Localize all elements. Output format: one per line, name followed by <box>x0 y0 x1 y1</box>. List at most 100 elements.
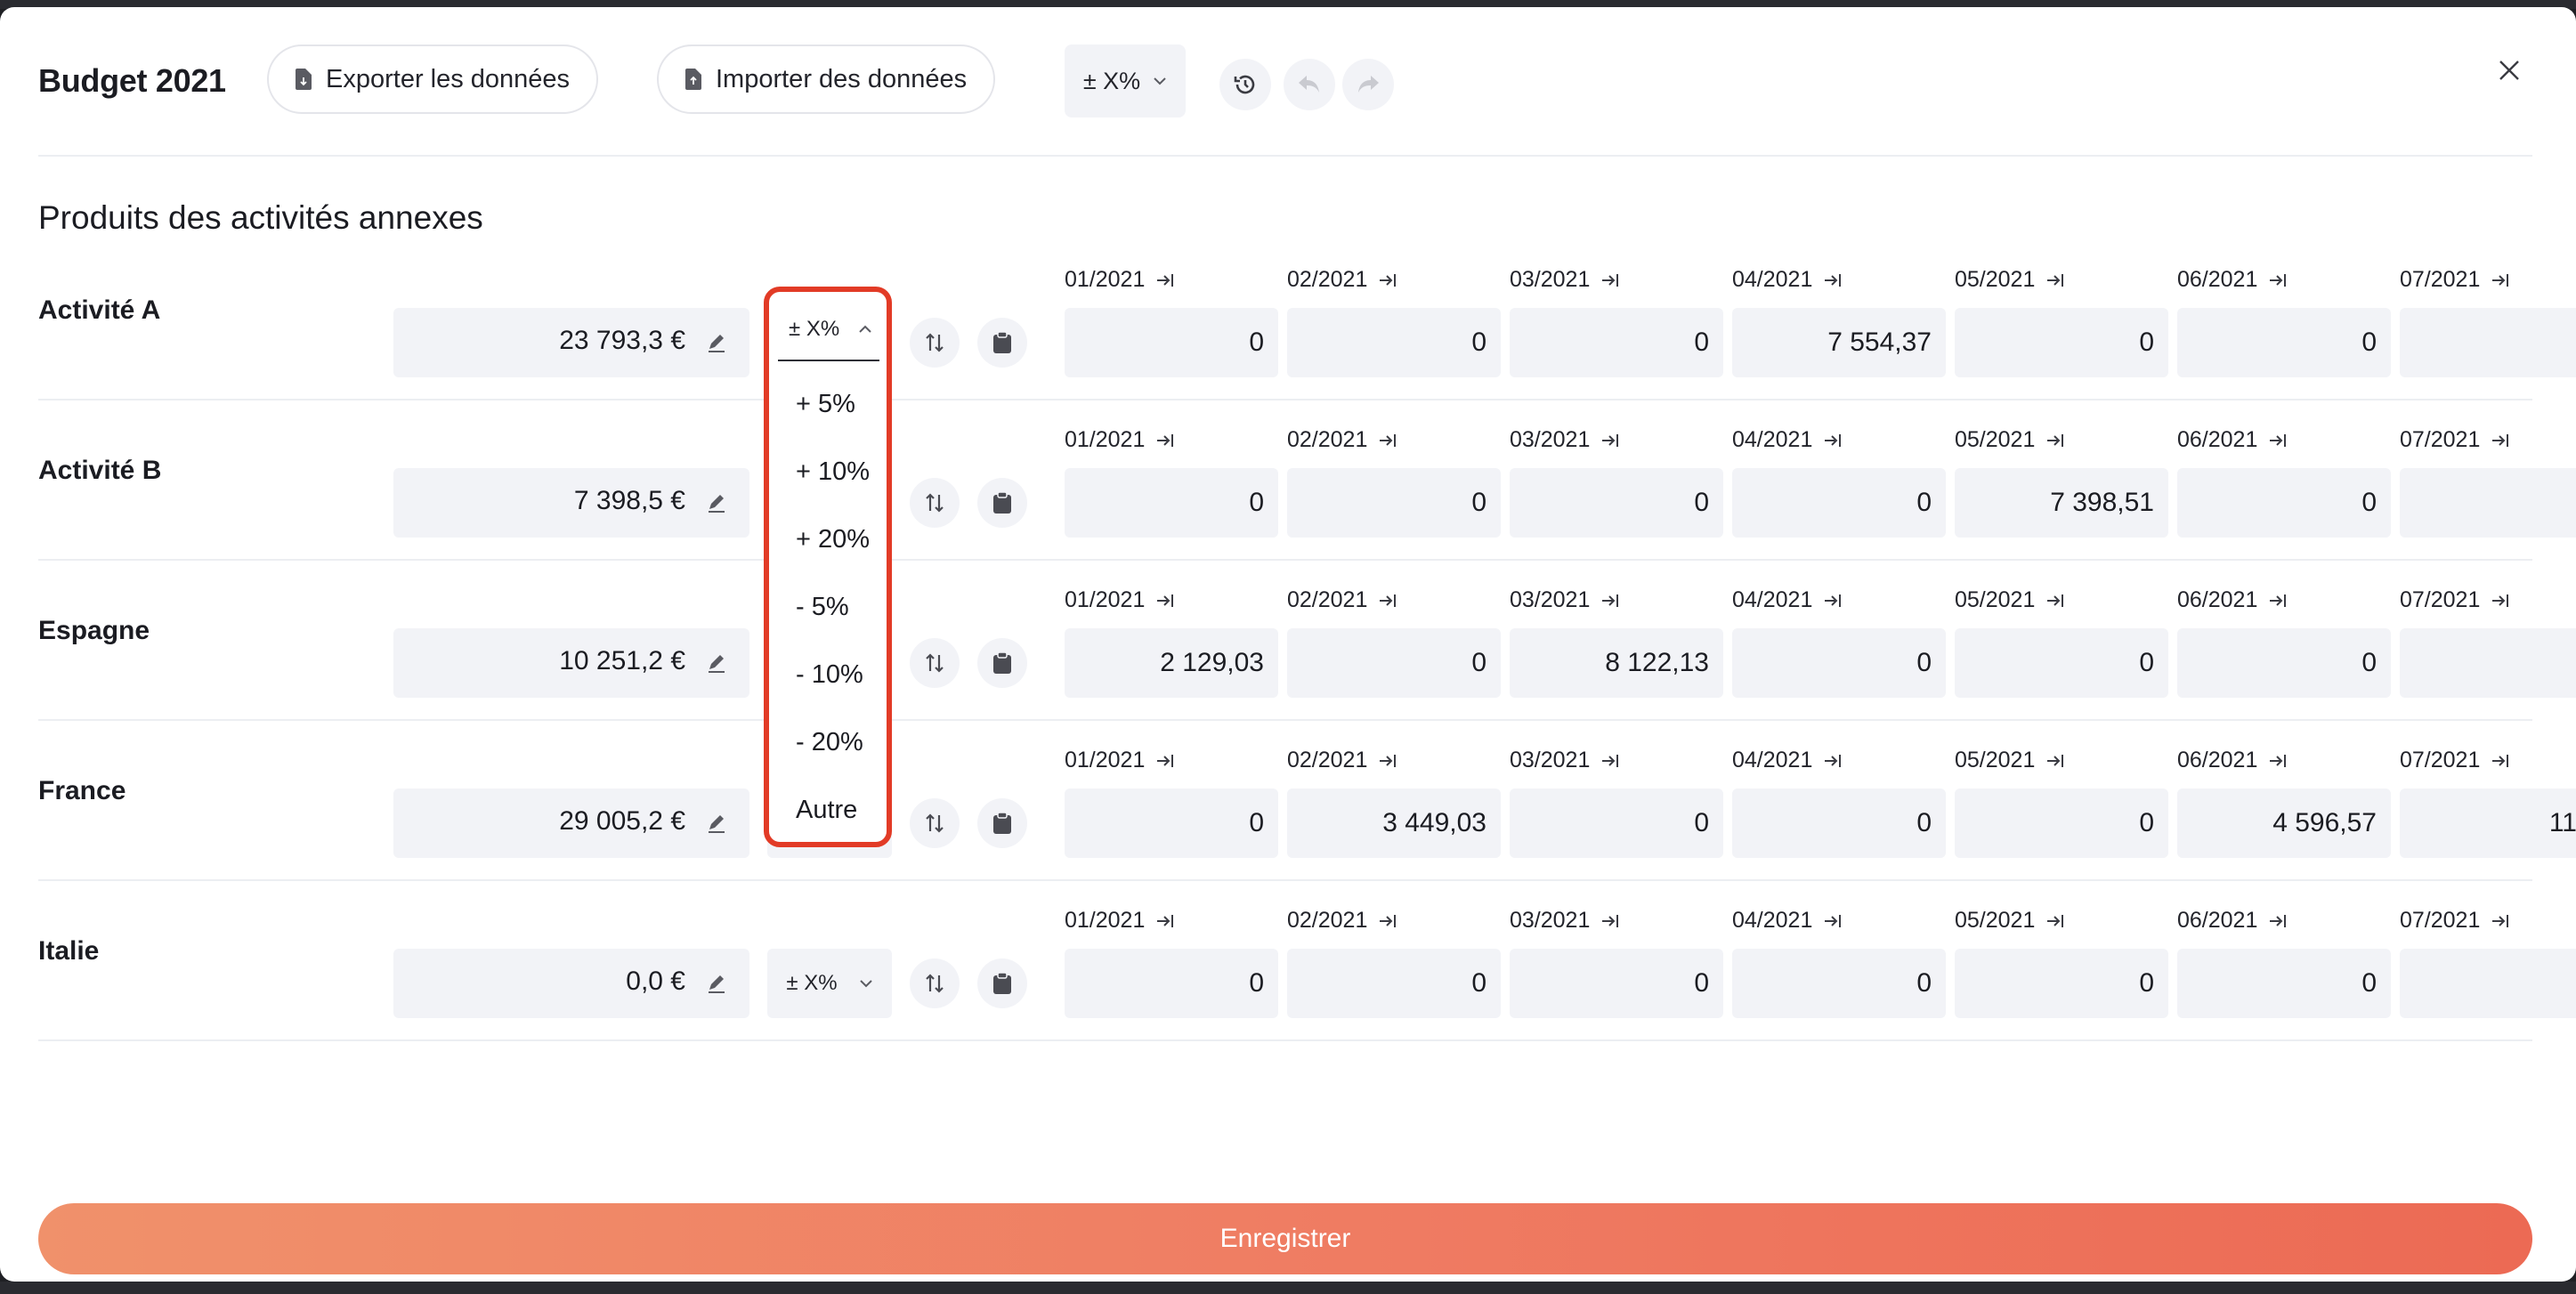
pencil-icon[interactable] <box>705 812 728 835</box>
fill-right-icon[interactable] <box>1155 271 1175 289</box>
row-total-field[interactable]: 7 398,5 € <box>393 468 749 538</box>
fill-right-icon[interactable] <box>1155 432 1175 449</box>
fill-right-icon[interactable] <box>2268 752 2288 770</box>
fill-right-icon[interactable] <box>2491 432 2510 449</box>
fill-right-icon[interactable] <box>1378 752 1397 770</box>
month-value-input[interactable]: 0 <box>1287 468 1501 538</box>
fill-right-icon[interactable] <box>1823 432 1843 449</box>
fill-right-icon[interactable] <box>2045 912 2065 930</box>
fill-right-icon[interactable] <box>1823 912 1843 930</box>
month-value-input[interactable]: 0 <box>1732 949 1946 1018</box>
month-value-input[interactable]: 0 <box>1732 628 1946 698</box>
month-value-input[interactable] <box>2400 628 2576 698</box>
month-value-input[interactable]: 0 <box>1510 789 1723 858</box>
fill-right-icon[interactable] <box>2491 271 2510 289</box>
clipboard-button[interactable] <box>977 318 1027 368</box>
fill-right-icon[interactable] <box>2268 592 2288 610</box>
clipboard-button[interactable] <box>977 798 1027 848</box>
fill-right-icon[interactable] <box>1600 592 1620 610</box>
month-value-input[interactable]: 0 <box>1065 468 1278 538</box>
pencil-icon[interactable] <box>705 331 728 354</box>
month-value-input[interactable] <box>2400 308 2576 377</box>
fill-right-icon[interactable] <box>1378 912 1397 930</box>
month-value-input[interactable] <box>2400 468 2576 538</box>
export-data-button[interactable]: Exporter les données <box>267 44 599 114</box>
fill-right-icon[interactable] <box>2491 592 2510 610</box>
percent-option[interactable]: - 5% <box>796 593 849 622</box>
clipboard-button[interactable] <box>977 958 1027 1008</box>
clipboard-button[interactable] <box>977 478 1027 528</box>
percent-dropdown-toggle[interactable]: ± X% <box>778 299 879 361</box>
sort-button[interactable] <box>910 958 960 1008</box>
fill-right-icon[interactable] <box>1600 912 1620 930</box>
month-value-input[interactable]: 0 <box>1955 789 2168 858</box>
month-value-input[interactable]: 0 <box>1955 949 2168 1018</box>
percent-option[interactable]: - 20% <box>796 728 863 757</box>
row-total-field[interactable]: 10 251,2 € <box>393 628 749 698</box>
sort-button[interactable] <box>910 638 960 688</box>
month-value-input[interactable]: 2 129,03 <box>1065 628 1278 698</box>
fill-right-icon[interactable] <box>2491 752 2510 770</box>
fill-right-icon[interactable] <box>1600 752 1620 770</box>
fill-right-icon[interactable] <box>1600 271 1620 289</box>
percent-option[interactable]: + 10% <box>796 457 870 487</box>
fill-right-icon[interactable] <box>2045 592 2065 610</box>
month-value-input[interactable]: 7 398,51 <box>1955 468 2168 538</box>
fill-right-icon[interactable] <box>2045 271 2065 289</box>
sort-button[interactable] <box>910 798 960 848</box>
month-value-input[interactable]: 3 449,03 <box>1287 789 1501 858</box>
month-value-input[interactable]: 0 <box>1287 949 1501 1018</box>
row-percent-dropdown[interactable]: ± X% <box>767 949 892 1018</box>
month-value-input[interactable]: 0 <box>1065 789 1278 858</box>
history-button[interactable] <box>1219 59 1271 110</box>
fill-right-icon[interactable] <box>1600 432 1620 449</box>
fill-right-icon[interactable] <box>1823 271 1843 289</box>
month-value-input[interactable]: 0 <box>1732 468 1946 538</box>
save-button[interactable]: Enregistrer <box>38 1203 2532 1274</box>
month-value-input[interactable]: 0 <box>1510 308 1723 377</box>
percent-option[interactable]: - 10% <box>796 660 863 690</box>
pencil-icon[interactable] <box>705 651 728 675</box>
month-value-input[interactable]: 0 <box>1955 628 2168 698</box>
fill-right-icon[interactable] <box>1155 592 1175 610</box>
month-value-input[interactable]: 0 <box>1287 628 1501 698</box>
import-data-button[interactable]: Importer des données <box>657 44 996 114</box>
fill-right-icon[interactable] <box>1378 432 1397 449</box>
fill-right-icon[interactable] <box>1823 592 1843 610</box>
percent-option[interactable]: + 5% <box>796 390 855 419</box>
row-total-field[interactable]: 23 793,3 € <box>393 308 749 377</box>
percent-option[interactable]: + 20% <box>796 525 870 554</box>
sort-button[interactable] <box>910 478 960 528</box>
undo-button[interactable] <box>1284 59 1335 110</box>
fill-right-icon[interactable] <box>2268 271 2288 289</box>
month-value-input[interactable]: 0 <box>1510 468 1723 538</box>
fill-right-icon[interactable] <box>2491 912 2510 930</box>
row-total-field[interactable]: 0,0 € <box>393 949 749 1018</box>
fill-right-icon[interactable] <box>1155 912 1175 930</box>
month-value-input[interactable]: 8 122,13 <box>1510 628 1723 698</box>
fill-right-icon[interactable] <box>2268 432 2288 449</box>
sort-button[interactable] <box>910 318 960 368</box>
month-value-input[interactable]: 4 596,57 <box>2177 789 2391 858</box>
fill-right-icon[interactable] <box>1155 752 1175 770</box>
month-value-input[interactable]: 0 <box>2177 628 2391 698</box>
fill-right-icon[interactable] <box>2268 912 2288 930</box>
month-value-input[interactable]: 0 <box>2177 468 2391 538</box>
month-value-input[interactable]: 0 <box>1065 949 1278 1018</box>
month-value-input[interactable]: 11 4 <box>2400 789 2576 858</box>
month-value-input[interactable]: 0 <box>1510 949 1723 1018</box>
pencil-icon[interactable] <box>705 491 728 514</box>
fill-right-icon[interactable] <box>2045 432 2065 449</box>
month-value-input[interactable]: 0 <box>1955 308 2168 377</box>
fill-right-icon[interactable] <box>1378 271 1397 289</box>
clipboard-button[interactable] <box>977 638 1027 688</box>
month-value-input[interactable]: 0 <box>2177 308 2391 377</box>
close-button[interactable] <box>2491 52 2528 89</box>
month-value-input[interactable]: 0 <box>2177 949 2391 1018</box>
percent-option[interactable]: Autre <box>796 796 857 825</box>
row-total-field[interactable]: 29 005,2 € <box>393 789 749 858</box>
global-percent-dropdown[interactable]: ± X% <box>1065 44 1186 117</box>
fill-right-icon[interactable] <box>1823 752 1843 770</box>
pencil-icon[interactable] <box>705 972 728 995</box>
month-value-input[interactable]: 0 <box>1732 789 1946 858</box>
